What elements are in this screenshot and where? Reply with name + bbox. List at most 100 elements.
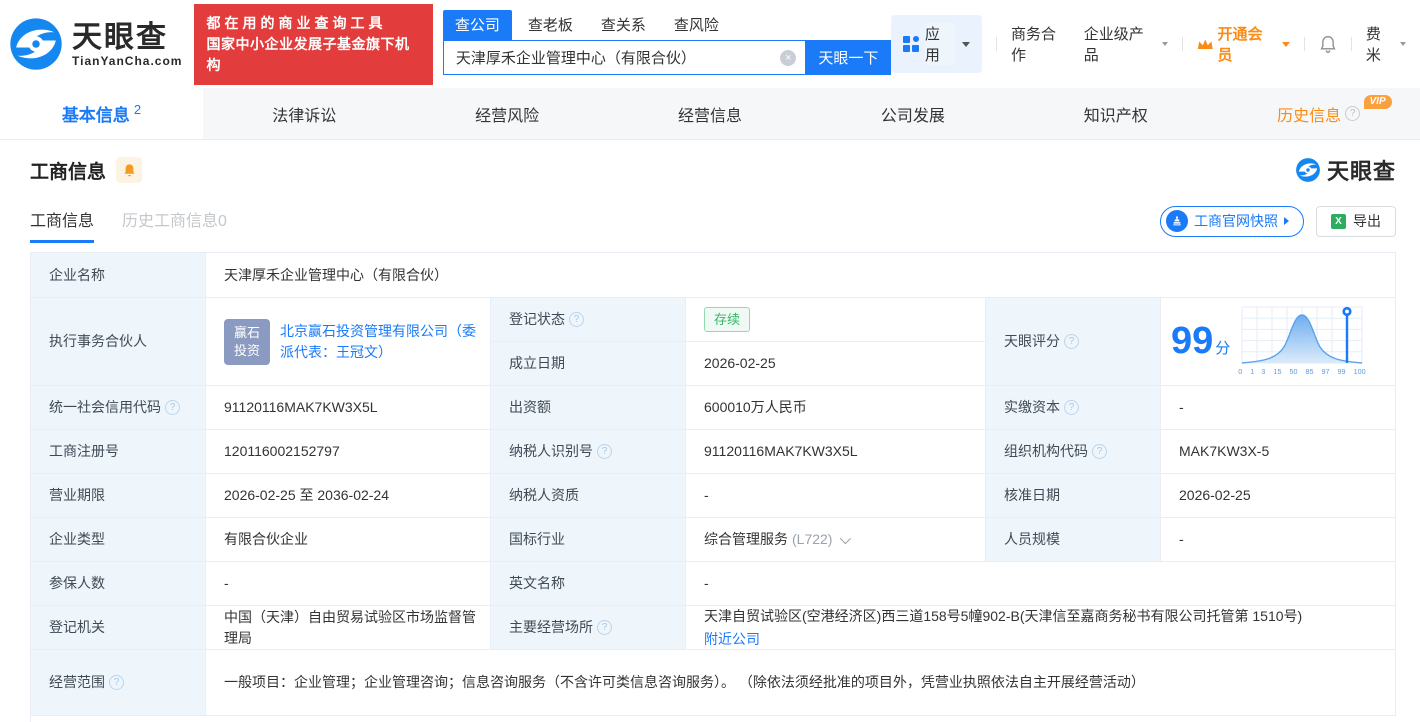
reg-authority-label: 登记机关 (49, 619, 105, 635)
top-menu: 应用 商务合作 企业级产品 开通会员 费米 (891, 15, 1407, 73)
establish-date-text: 2026-02-25 (704, 355, 776, 371)
company-type-value: 有限合伙企业 (206, 518, 491, 562)
tab-label: 经营信息 (678, 107, 743, 125)
insured-count-value: - (206, 562, 491, 606)
search-tab-relation[interactable]: 查关系 (589, 10, 658, 40)
open-vip-button[interactable]: 开通会员 (1197, 23, 1290, 65)
tab-basic-info-label: 基本信息 (61, 106, 130, 125)
subtab-business-info[interactable]: 工商信息 (30, 207, 95, 243)
brand-domain: TianYanCha.com (72, 53, 183, 68)
english-name-text: - (704, 575, 709, 591)
field-label: 执行事务合伙人 (31, 298, 206, 386)
reg-number-value: 120116002152797 (206, 430, 491, 474)
tianyancha-watermark-logo: 天眼查 (1295, 154, 1396, 186)
help-icon[interactable] (1064, 334, 1079, 349)
chevron-down-icon[interactable] (840, 532, 852, 544)
divider (995, 37, 997, 51)
tab-basic-info[interactable]: 基本信息 2 (0, 88, 203, 139)
avatar-line2: 投资 (233, 342, 260, 358)
help-icon[interactable] (1064, 400, 1079, 415)
field-label: 国标行业 (491, 518, 686, 562)
industry-value[interactable]: 综合管理服务 (L722) (686, 518, 986, 562)
slogan-line1: 都在用的商业查询工具 (206, 14, 387, 31)
tab-history-info[interactable]: VIP 历史信息 (1217, 88, 1420, 139)
tab-label: 经营风险 (475, 107, 540, 125)
help-icon[interactable] (165, 400, 180, 415)
notification-bell-icon[interactable] (1319, 35, 1337, 54)
field-label: 经营范围 (31, 650, 206, 716)
taxpayer-quality-text: - (704, 487, 709, 503)
help-icon[interactable] (1092, 444, 1107, 459)
field-label: 人员规模 (986, 518, 1161, 562)
taxpayer-id-text: 91120116MAK7KW3X5L (704, 443, 858, 459)
search-input[interactable] (442, 40, 806, 75)
search-tab-boss[interactable]: 查老板 (516, 10, 585, 40)
tab-operating-risk[interactable]: 经营风险 (406, 88, 609, 139)
paid-in-capital-label: 实缴资本 (1004, 399, 1060, 415)
business-scope-text: 一般项目：企业管理；企业管理咨询；信息咨询服务（不含许可类信息咨询服务）。 （除… (224, 674, 1145, 690)
tab-operating-info[interactable]: 经营信息 (609, 88, 812, 139)
tab-legal-litigation[interactable]: 法律诉讼 (203, 88, 406, 139)
divider (1303, 37, 1305, 51)
apps-menu[interactable]: 应用 (891, 15, 982, 73)
field-label: 登记状态 (491, 298, 686, 342)
user-menu[interactable]: 费米 (1366, 23, 1407, 65)
tianyancha-logo-icon (1296, 158, 1320, 182)
field-label: 纳税人识别号 (491, 430, 686, 474)
field-label: 统一社会信用代码 (31, 386, 206, 430)
paid-in-capital-value: - (1161, 386, 1396, 430)
menu-item-cooperation[interactable]: 商务合作 (1011, 23, 1070, 65)
credit-code-text: 91120116MAK7KW3X5L (224, 399, 378, 415)
help-icon[interactable] (597, 444, 612, 459)
taxpayer-id-label: 纳税人识别号 (509, 443, 593, 459)
credit-code-value: 91120116MAK7KW3X5L (206, 386, 491, 430)
company-name-label: 企业名称 (49, 266, 105, 283)
insured-count-text: - (224, 575, 229, 591)
partner-company-link[interactable]: 北京赢石投资管理有限公司（委派代表：王冠文） (280, 321, 476, 363)
reg-authority-text: 中国（天津）自由贸易试验区市场监督管理局 (224, 608, 476, 646)
field-label: 组织机构代码 (986, 430, 1161, 474)
divider (1350, 37, 1352, 51)
search-tab-company[interactable]: 查公司 (442, 10, 512, 40)
tab-company-development[interactable]: 公司发展 (811, 88, 1014, 139)
tab-basic-info-count: 2 (133, 102, 142, 117)
chevron-down-icon (961, 41, 970, 47)
field-label: 参保人数 (31, 562, 206, 606)
reg-authority-value: 中国（天津）自由贸易试验区市场监督管理局 (206, 606, 491, 650)
help-icon[interactable] (109, 675, 124, 690)
field-label: 英文名称 (491, 562, 686, 606)
subscribe-bell-button[interactable] (116, 157, 143, 183)
search-button[interactable]: 天眼一下 (805, 40, 892, 75)
subtab-history-business-info[interactable]: 历史工商信息0 (122, 207, 227, 243)
field-label: 核准日期 (986, 474, 1161, 518)
export-button[interactable]: 导出 (1316, 205, 1396, 237)
score-unit: 分 (1215, 340, 1231, 358)
tab-intellectual-property[interactable]: 知识产权 (1014, 88, 1217, 139)
excel-icon (1331, 213, 1346, 229)
nearby-companies-link[interactable]: 附近公司 (704, 629, 760, 650)
menu-item-enterprise[interactable]: 企业级产品 (1084, 23, 1168, 65)
official-snapshot-button[interactable]: 工商官网快照 (1160, 205, 1304, 237)
tianyan-score-cell[interactable]: 99 分 01315 50 85 97 99 100 (1161, 298, 1396, 386)
open-vip-label: 开通会员 (1217, 26, 1263, 64)
org-code-text: MAK7KW3X-5 (1179, 443, 1270, 459)
watermark-brand-text: 天眼查 (1326, 159, 1396, 184)
help-icon[interactable] (1345, 106, 1361, 121)
taxpayer-quality-value: - (686, 474, 986, 518)
field-label: 成立日期 (491, 342, 686, 386)
avatar-line1: 赢石 (233, 324, 260, 340)
help-icon[interactable] (569, 312, 584, 327)
help-icon[interactable] (597, 620, 612, 635)
tianyancha-logo[interactable]: 天眼查 TianYanCha.com (8, 16, 182, 72)
tab-label: 历史信息 (1277, 107, 1342, 125)
reg-number-label: 工商注册号 (49, 443, 119, 459)
tab-label: 知识产权 (1083, 107, 1148, 125)
company-avatar: 赢石 投资 (224, 318, 270, 365)
search-tab-risk[interactable]: 查风险 (662, 10, 731, 40)
taxpayer-quality-label: 纳税人资质 (509, 487, 579, 503)
divider (1181, 37, 1183, 51)
slogan-line2: 国家中小企业发展子基金旗下机构 (206, 35, 410, 73)
insured-count-label: 参保人数 (49, 575, 105, 591)
tab-label: 公司发展 (880, 107, 945, 125)
stamp-icon (1166, 210, 1188, 232)
